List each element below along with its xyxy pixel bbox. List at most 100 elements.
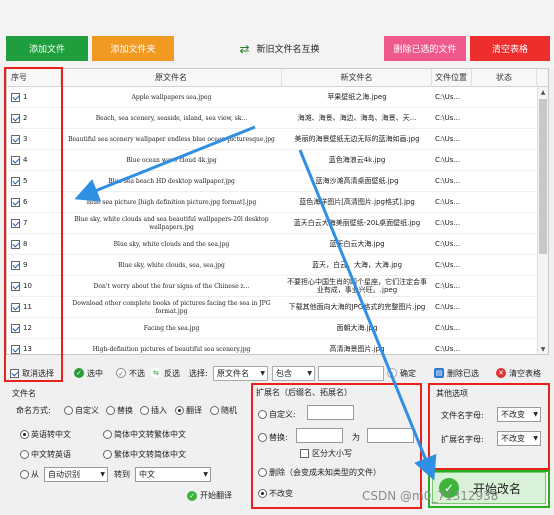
naming-radio-custom[interactable]: 自定义 <box>64 405 99 416</box>
delete-icon: ▤ <box>434 368 444 378</box>
confirm-label: 确定 <box>400 368 416 378</box>
select-condition-label: 选择: <box>189 368 208 378</box>
table-row[interactable]: 11 Download other complete books of pictu… <box>7 297 537 318</box>
row-new-name: 高清海景图片.jpg <box>329 344 385 353</box>
row-original-name: Download other complete books of picture… <box>72 300 271 315</box>
clear-table-button[interactable]: 清空表格 <box>470 36 550 61</box>
row-location: C:\Us... <box>435 176 461 185</box>
naming-method-label: 命名方式: <box>16 406 51 415</box>
row-status <box>472 255 537 276</box>
table-row[interactable]: 6 Blue sea picture [high definition pictu… <box>7 192 537 213</box>
table-row[interactable]: 9 Blue sky, white clouds, sea, sea.jpg 蓝天，… <box>7 255 537 276</box>
clear-table-label: 清空表格 <box>509 368 541 378</box>
table-row[interactable]: 7 Blue sky, white clouds and sea beautifu… <box>7 213 537 234</box>
table-row[interactable]: 4 Blue ocean wave cloud 4k.jpg 蓝色海浪云4k.jpg… <box>7 150 537 171</box>
table-row[interactable]: 1 Apple wallpapers sea.jpeg 苹果壁纸之海.jpeg C:\… <box>7 87 537 108</box>
row-location: C:\Us... <box>435 113 461 122</box>
row-location: C:\Us... <box>435 344 461 353</box>
select-field-dropdown[interactable]: 原文件名 ▼ <box>213 364 268 382</box>
unselect-button[interactable]: ✓ 不选 <box>116 364 145 382</box>
table-row[interactable]: 10 Don't worry about the four signs of th… <box>7 276 537 297</box>
table-row[interactable]: 12 Facing the sea.jpg 面朝大海.jpg C:\Us... <box>7 318 537 339</box>
reverse-select-button[interactable]: ⇆ 反选 <box>151 364 180 382</box>
table-scrollbar[interactable]: ▲ ▼ <box>537 87 548 354</box>
watermark: CSDN @m0_71312938 <box>362 489 499 503</box>
check-circle-icon: ✓ <box>187 490 197 501</box>
filename-panel-title: 文件名 <box>12 389 36 398</box>
row-original-name: Beautiful sea scenery wallpaper endless … <box>68 135 275 143</box>
row-location: C:\Us... <box>435 323 461 332</box>
uncheck-icon: ✓ <box>116 368 126 378</box>
reverse-icon: ⇆ <box>151 368 161 378</box>
to-language-dropdown[interactable]: 中文 ▼ <box>135 467 211 482</box>
chevron-down-icon: ▼ <box>203 471 208 478</box>
table-row[interactable]: 2 Beach, sea scenery, seaside, island, se… <box>7 108 537 129</box>
from-language-value: 自动识别 <box>48 470 80 479</box>
row-location: C:\Us... <box>435 92 461 101</box>
swap-icon: ⇄ <box>239 41 250 56</box>
header-status[interactable]: 状态 <box>472 69 537 87</box>
row-location: C:\Us... <box>435 239 461 248</box>
row-status <box>472 108 537 129</box>
row-new-name: 海滩、海景、海边、海岛、海景、天... <box>297 113 417 122</box>
delete-selected-files-button[interactable]: 删除已选的文件 <box>384 36 466 61</box>
header-new-name[interactable]: 新文件名 <box>282 69 432 87</box>
row-status <box>472 339 537 354</box>
naming-radio-random[interactable]: 随机 <box>210 405 237 416</box>
scroll-up-icon[interactable]: ▲ <box>538 87 548 98</box>
translate-radio-en-zh[interactable]: 英语转中文 <box>20 429 71 440</box>
row-location: C:\Us... <box>435 260 461 269</box>
clear-table-small-button[interactable]: ✕ 清空表格 <box>496 364 541 382</box>
table-row[interactable]: 3 Beautiful sea scenery wallpaper endless… <box>7 129 537 150</box>
close-icon: ✕ <box>496 368 506 378</box>
from-radio[interactable]: 从 <box>20 469 39 480</box>
table-header: 序号 原文件名 新文件名 文件位置 状态 <box>7 69 548 87</box>
from-language-dropdown[interactable]: 自动识别 ▼ <box>44 467 108 482</box>
row-status <box>472 318 537 339</box>
translate-radio-zh-en[interactable]: 中文转英语 <box>20 449 71 460</box>
naming-radio-translate[interactable]: 翻译 <box>175 405 202 416</box>
add-folder-button[interactable]: 添加文件夹 <box>92 36 174 61</box>
select-button[interactable]: ✓ 选中 <box>74 364 103 382</box>
to-label: 转到 <box>114 470 130 479</box>
naming-radio-replace[interactable]: 替换 <box>106 405 133 416</box>
scroll-thumb[interactable] <box>539 99 547 254</box>
select-label: 选中 <box>87 368 103 378</box>
chevron-down-icon: ▼ <box>307 369 312 377</box>
row-new-name: 蓝天白云大海美丽壁纸-20L桌面壁纸.jpg <box>293 218 421 227</box>
row-original-name: High-definition pictures of beautiful se… <box>92 345 251 353</box>
chevron-down-icon: ▼ <box>260 369 265 377</box>
swap-label: 新旧文件名互换 <box>256 45 320 55</box>
row-location: C:\Us... <box>435 218 461 227</box>
row-new-name: 蓝色海洋图片[高清图片.jpg格式].jpg <box>299 197 415 206</box>
file-table: 序号 原文件名 新文件名 文件位置 状态 1 Apple wallpapers s… <box>6 68 549 355</box>
naming-radio-insert[interactable]: 插入 <box>140 405 167 416</box>
header-location[interactable]: 文件位置 <box>432 69 472 87</box>
to-language-value: 中文 <box>139 470 155 479</box>
add-file-button[interactable]: 添加文件 <box>6 36 88 61</box>
row-status <box>472 150 537 171</box>
delete-selected-button[interactable]: ▤ 删除已选 <box>434 364 479 382</box>
confirm-select-button[interactable]: ✓ 确定 <box>387 364 416 382</box>
chevron-down-icon: ▼ <box>100 471 105 478</box>
row-new-name: 美丽的海景壁纸无边无际的蓝海如画.jpg <box>294 134 420 143</box>
table-row[interactable]: 13 High-definition pictures of beautiful … <box>7 339 537 354</box>
header-original-name[interactable]: 原文件名 <box>61 69 282 87</box>
scroll-down-icon[interactable]: ▼ <box>538 344 548 354</box>
row-location: C:\Us... <box>435 302 461 311</box>
row-new-name: 蓝天白云大海.jpg <box>329 239 385 248</box>
table-row[interactable]: 8 Blue sky, white clouds and the sea.jpg 蓝… <box>7 234 537 255</box>
start-translate-button[interactable]: ✓ 开始翻译 <box>187 490 232 501</box>
swap-names-button[interactable]: ⇄ 新旧文件名互换 <box>232 36 327 61</box>
check-circle-icon: ✓ <box>74 368 84 378</box>
select-op-dropdown[interactable]: 包含 ▼ <box>272 364 315 382</box>
translate-radio-sc-tc[interactable]: 简体中文转繁体中文 <box>103 429 186 440</box>
select-keyword-input[interactable] <box>318 364 384 382</box>
row-location: C:\Us... <box>435 197 461 206</box>
unselect-label: 不选 <box>129 368 145 378</box>
translate-radio-tc-sc[interactable]: 繁体中文转简体中文 <box>103 449 186 460</box>
annotation-red-box-other <box>428 383 550 470</box>
table-row[interactable]: 5 Blue sea beach HD desktop wallpaper.jpg… <box>7 171 537 192</box>
row-original-name: Facing the sea.jpg <box>143 324 200 332</box>
row-new-name: 蓝海沙滩高清桌面壁纸.jpg <box>315 176 399 185</box>
